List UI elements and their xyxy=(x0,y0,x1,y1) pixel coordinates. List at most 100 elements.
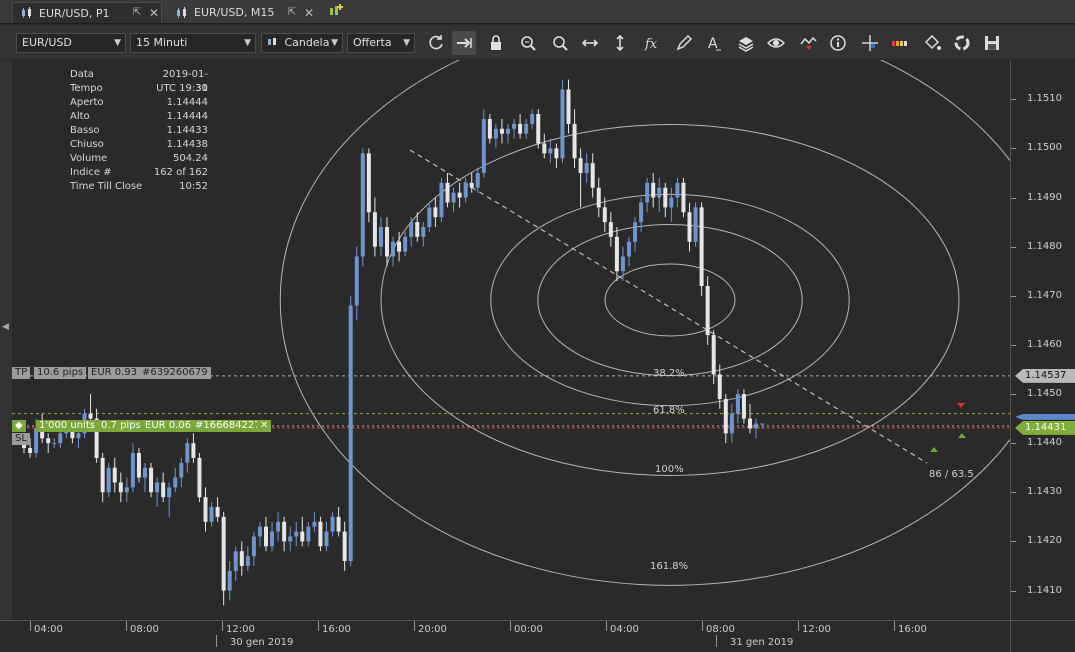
info-row: Indice # 162 of 162 xyxy=(70,166,208,180)
candle-body xyxy=(245,556,250,566)
info-key: Tempo xyxy=(70,83,103,94)
info-button[interactable] xyxy=(826,31,850,55)
info-row: Alto 1.14444 xyxy=(70,110,208,124)
tp-id: #639260679 xyxy=(139,367,211,379)
layers-button[interactable] xyxy=(734,31,758,55)
candle-body xyxy=(282,521,287,542)
formula-button[interactable]: fx xyxy=(640,31,664,55)
trend-line-label: 86 / 63.5 xyxy=(929,469,974,480)
add-chart-icon[interactable] xyxy=(328,3,344,19)
zoom-in-button[interactable] xyxy=(516,31,540,55)
save-button[interactable] xyxy=(980,31,1004,55)
candle-body xyxy=(590,163,595,188)
zoom-out-button[interactable] xyxy=(548,31,572,55)
shift-button[interactable] xyxy=(452,31,476,55)
entry-diamond-icon[interactable]: ◆ xyxy=(12,420,26,432)
candle-body xyxy=(681,182,686,213)
candle-body xyxy=(58,433,63,444)
chart-area[interactable]: Data 2019-01-31 Tempo UTC 19:30 Aperto 1.1444… xyxy=(12,60,1010,620)
candle-body xyxy=(711,335,716,375)
time-axis[interactable]: 04:00 08:00 12:00 16:00 20:00 00:00 04:00 08:00… xyxy=(12,620,1010,652)
horizontal-expand-button[interactable] xyxy=(578,31,602,55)
candle-body xyxy=(542,143,547,154)
chevron-down-icon: ▼ xyxy=(244,38,251,48)
signal-bars-button[interactable] xyxy=(888,31,912,55)
candle-body xyxy=(596,187,601,208)
chevron-down-icon: ▼ xyxy=(331,38,338,48)
candle-body xyxy=(705,285,710,336)
vertical-expand-button[interactable] xyxy=(608,31,632,55)
candle-body xyxy=(627,241,631,257)
info-key: Alto xyxy=(70,111,90,122)
candle-body xyxy=(185,443,190,463)
candle-body xyxy=(693,207,698,242)
eye-button[interactable] xyxy=(764,31,788,55)
candle-body xyxy=(602,207,607,223)
candle-body xyxy=(203,497,208,522)
price-label-grey: 1.14537 xyxy=(1015,368,1075,383)
price-axis[interactable]: 1.1510 1.1500 1.1490 1.1480 1.1470 1.1460 1.14… xyxy=(1010,60,1075,620)
candle-chart-icon xyxy=(177,6,186,18)
time-tick: 16:00 xyxy=(318,621,351,635)
pencil-button[interactable] xyxy=(672,31,696,55)
info-row: Aperto 1.14444 xyxy=(70,96,208,110)
close-icon[interactable]: ✕ xyxy=(302,6,316,20)
tab-eurusd-m15[interactable]: EUR/USD, M15 ⇱ ✕ xyxy=(168,2,318,23)
candle-body xyxy=(366,153,371,213)
paint-bucket-button[interactable] xyxy=(920,31,944,55)
chevron-down-icon: ▼ xyxy=(114,38,121,48)
instrument-select[interactable]: EUR/USD ▼ xyxy=(16,33,126,53)
refresh-icon xyxy=(429,35,443,50)
candle-body xyxy=(463,182,468,198)
candle-body xyxy=(88,413,93,419)
info-row: Data 2019-01-31 xyxy=(70,68,208,94)
time-tick: 08:00 xyxy=(126,621,159,635)
info-row: Tempo UTC 19:30 xyxy=(70,82,208,96)
price-tick: 1.1430 xyxy=(1011,486,1062,498)
refresh-button[interactable] xyxy=(424,31,448,55)
time-tick: 12:00 xyxy=(222,621,255,635)
info-value: 1.14438 xyxy=(166,139,208,150)
candle-body xyxy=(427,207,432,228)
popout-icon[interactable]: ⇱ xyxy=(286,7,298,19)
lock-button[interactable] xyxy=(484,31,508,55)
time-tick: 04:00 xyxy=(606,621,639,635)
close-icon[interactable]: ✕ xyxy=(147,6,161,20)
candle-icon xyxy=(268,38,276,45)
sl-tag[interactable]: SL xyxy=(12,433,30,445)
date-label: 31 gen 2019 xyxy=(715,635,794,648)
candle-body xyxy=(264,526,268,547)
offer-side-select[interactable]: Offerta ▼ xyxy=(347,33,415,53)
crosshair-button[interactable] xyxy=(858,31,882,55)
save-icon xyxy=(985,36,999,50)
fib-trend-line xyxy=(409,149,928,464)
bid-price-marker xyxy=(1015,413,1075,420)
candle-body xyxy=(493,128,498,139)
candle-body xyxy=(167,487,172,498)
candle-body xyxy=(221,516,226,591)
entry-eur: EUR 0.06 xyxy=(142,420,195,432)
collapse-handle-icon[interactable]: ◀ xyxy=(2,322,9,332)
price-tick: 1.1410 xyxy=(1011,584,1062,596)
tab-eurusd-p1[interactable]: EUR/USD, P1 ⇱ ✕ xyxy=(12,2,162,23)
period-select[interactable]: 15 Minuti ▼ xyxy=(130,33,256,53)
left-gutter: ◀ xyxy=(0,60,12,620)
alert-button[interactable] xyxy=(796,31,820,55)
candle-body xyxy=(481,118,486,173)
candle-body xyxy=(124,487,129,493)
info-row: Time Till Close 10:52 xyxy=(70,180,208,194)
candle-body xyxy=(191,443,196,458)
candle-body xyxy=(34,428,39,453)
horizontal-expand-icon xyxy=(581,39,599,47)
info-value: 504.24 xyxy=(173,153,208,164)
time-tick: 04:00 xyxy=(30,621,63,635)
candle-body xyxy=(354,256,359,306)
chart-type-select[interactable]: Candela ▼ xyxy=(261,33,343,53)
candle-body xyxy=(348,305,353,562)
popout-icon[interactable]: ⇱ xyxy=(131,7,143,19)
text-button[interactable]: A xyxy=(702,31,726,55)
tp-tag[interactable]: TP xyxy=(12,367,31,379)
recycle-button[interactable] xyxy=(950,31,974,55)
entry-close-icon[interactable]: ✕ xyxy=(257,420,272,432)
info-key: Chiuso xyxy=(70,139,104,150)
